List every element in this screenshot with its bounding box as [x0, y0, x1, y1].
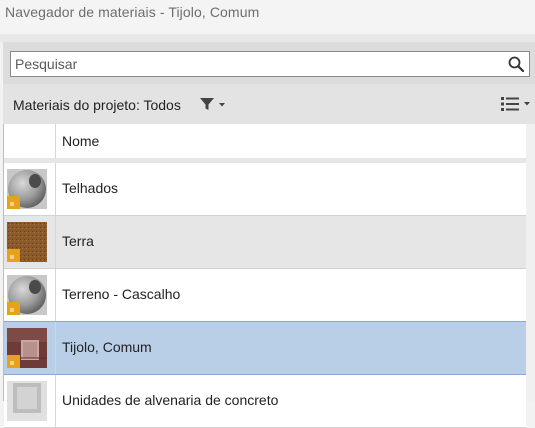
material-thumbnail: [7, 328, 47, 368]
table-row[interactable]: Terra: [4, 216, 526, 269]
material-name: Telhados: [62, 180, 119, 196]
table-header: Nome: [4, 124, 526, 159]
material-badge-icon: [7, 196, 20, 209]
concrete-block-icon: [7, 381, 47, 421]
search-bar: [10, 51, 532, 77]
name-column-header[interactable]: Nome: [62, 133, 99, 149]
thumbnail-cell: [4, 322, 56, 374]
materials-table: Nome Telhados Terra Terreno - Cascalho T…: [3, 124, 535, 428]
window-titlebar: Navegador de materiais - Tijolo, Comum: [0, 0, 535, 34]
material-badge-icon: [7, 249, 20, 262]
view-dropdown-caret-icon[interactable]: [523, 101, 531, 107]
material-thumbnail: [7, 381, 47, 421]
list-scroll-track[interactable]: [526, 124, 535, 401]
material-name: Terra: [62, 233, 94, 249]
material-thumbnail: [7, 169, 47, 209]
thumbnail-cell: [4, 216, 56, 268]
window-title: Navegador de materiais - Tijolo, Comum: [5, 4, 260, 20]
filter-dropdown-caret-icon[interactable]: [218, 102, 226, 108]
material-name: Terreno - Cascalho: [62, 286, 181, 302]
library-toolbar: Materiais do projeto: Todos: [3, 84, 535, 124]
material-name: Tijolo, Comum: [62, 339, 152, 355]
material-badge-icon: [7, 355, 20, 368]
search-box[interactable]: [10, 51, 530, 77]
material-badge-icon: [7, 302, 20, 315]
list-view-icon[interactable]: [500, 95, 520, 113]
material-name: Unidades de alvenaria de concreto: [62, 392, 279, 408]
table-row-selected[interactable]: Tijolo, Comum: [4, 321, 526, 375]
thumbnail-cell: [4, 163, 56, 215]
material-browser-panel: Materiais do projeto: Todos Nome: [3, 42, 535, 428]
search-icon[interactable]: [507, 55, 525, 73]
filter-icon[interactable]: [199, 96, 215, 112]
thumbnail-cell: [4, 375, 56, 427]
table-row[interactable]: Unidades de alvenaria de concreto: [4, 375, 526, 428]
project-materials-filter-label[interactable]: Materiais do projeto: Todos: [13, 97, 181, 113]
titlebar-divider: [0, 34, 535, 42]
thumbnail-column-header[interactable]: [4, 124, 56, 158]
table-row[interactable]: Terreno - Cascalho: [4, 269, 526, 322]
table-row[interactable]: Telhados: [4, 163, 526, 216]
thumbnail-cell: [4, 269, 56, 321]
material-thumbnail: [7, 275, 47, 315]
material-thumbnail: [7, 222, 47, 262]
search-input[interactable]: [11, 52, 505, 76]
